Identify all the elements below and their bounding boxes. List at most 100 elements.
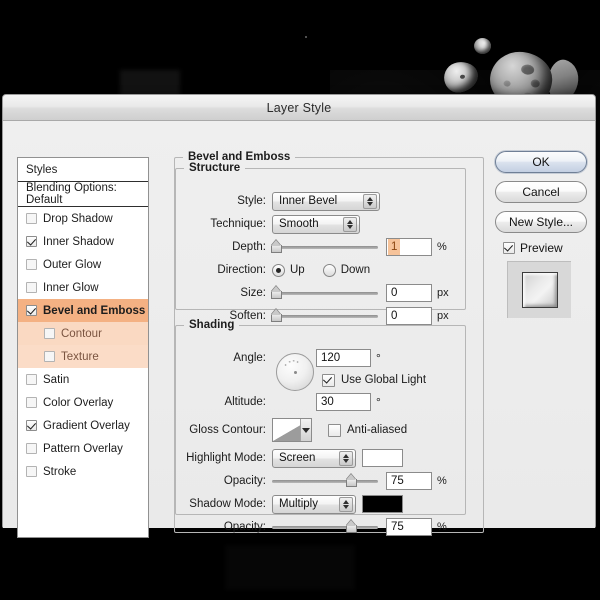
shadow-mode-select[interactable]: Multiply (272, 494, 356, 514)
size-slider-track (272, 292, 378, 295)
dialog-actions: OK Cancel New Style... Preview (495, 151, 587, 318)
sidebar-item-satin[interactable]: Satin (18, 368, 148, 391)
gloss-contour-label: Gloss Contour: (189, 424, 266, 436)
chevron-down-icon[interactable] (300, 419, 311, 441)
checkbox-inner-glow[interactable] (26, 282, 37, 293)
sidebar-item-label: Bevel and Emboss (43, 304, 146, 317)
checkbox-contour[interactable] (44, 328, 55, 339)
size-slider[interactable] (271, 285, 378, 301)
highlight-mode-value: Screen (279, 452, 316, 464)
checkbox-bevel-and-emboss[interactable] (26, 305, 37, 316)
shadow-opacity-thumb[interactable] (346, 521, 357, 533)
checkbox-satin[interactable] (26, 374, 37, 385)
highlight-opacity-label: Opacity: (223, 475, 266, 487)
sidebar-item-bevel-and-emboss[interactable]: Bevel and Emboss (18, 299, 148, 322)
checkbox-outer-glow[interactable] (26, 259, 37, 270)
chevron-updown-icon (339, 496, 353, 512)
sidebar-item-drop-shadow[interactable]: Drop Shadow (18, 207, 148, 230)
direction-label: Direction: (217, 264, 266, 276)
highlight-mode-label: Highlight Mode: (186, 452, 266, 464)
preview-swatch (521, 272, 558, 308)
styles-list-header[interactable]: Styles (18, 158, 148, 182)
sidebar-item-blending-options[interactable]: Blending Options: Default (18, 182, 148, 207)
sidebar-item-color-overlay[interactable]: Color Overlay (18, 391, 148, 414)
highlight-opacity-track (272, 480, 378, 483)
chevron-updown-icon (339, 450, 353, 466)
sidebar-item-label: Pattern Overlay (43, 442, 123, 455)
checkbox-inner-shadow[interactable] (26, 236, 37, 247)
checkbox-gradient-overlay[interactable] (26, 420, 37, 431)
checkbox-stroke[interactable] (26, 466, 37, 477)
style-label: Style: (237, 195, 266, 207)
dialog-titlebar[interactable]: Layer Style (3, 95, 595, 121)
checkbox-drop-shadow[interactable] (26, 213, 37, 224)
angle-dial[interactable] (276, 353, 314, 391)
shadow-opacity-input[interactable]: 75 (386, 518, 432, 536)
style-select[interactable]: Inner Bevel (272, 191, 380, 211)
ok-button[interactable]: OK (495, 151, 587, 173)
depth-input[interactable]: 1 (386, 238, 432, 256)
sidebar-item-label: Stroke (43, 465, 77, 478)
highlight-mode-select[interactable]: Screen (272, 448, 356, 468)
shadow-opacity-value: 75 (391, 521, 404, 533)
size-input[interactable]: 0 (386, 284, 432, 302)
sidebar-item-pattern-overlay[interactable]: Pattern Overlay (18, 437, 148, 460)
depth-slider[interactable] (271, 239, 378, 255)
styles-header-label: Styles (26, 163, 58, 176)
preview-toggle[interactable]: Preview (503, 241, 587, 255)
highlight-opacity-input[interactable]: 75 (386, 472, 432, 490)
technique-select[interactable]: Smooth (272, 214, 360, 234)
style-select-value: Inner Bevel (279, 195, 338, 207)
sidebar-item-contour[interactable]: Contour (18, 322, 148, 345)
shadow-color-swatch[interactable] (362, 495, 403, 513)
cancel-button[interactable]: Cancel (495, 181, 587, 203)
new-style-button[interactable]: New Style... (495, 211, 587, 233)
sidebar-item-gradient-overlay[interactable]: Gradient Overlay (18, 414, 148, 437)
checkbox-anti-aliased[interactable] (328, 423, 341, 437)
size-slider-thumb[interactable] (271, 287, 282, 299)
sidebar-item-inner-shadow[interactable]: Inner Shadow (18, 230, 148, 253)
structure-group: Structure Style: Inner Bevel Technique: … (175, 162, 466, 325)
preview-thumbnail (507, 261, 571, 318)
crater-3 (503, 80, 511, 87)
radio-direction-down[interactable] (322, 263, 336, 277)
moon-small (474, 38, 491, 54)
highlight-opacity-thumb[interactable] (346, 475, 357, 487)
row-technique: Technique: Smooth (176, 214, 461, 234)
dialog-title: Layer Style (266, 100, 332, 115)
depth-slider-thumb[interactable] (271, 241, 282, 253)
direction-down-label: Down (340, 264, 371, 276)
sidebar-item-label: Satin (43, 373, 70, 386)
checkbox-use-global-light[interactable] (322, 373, 335, 387)
sidebar-item-outer-glow[interactable]: Outer Glow (18, 253, 148, 276)
screen: Layer Style Styles Blending Options: Def… (0, 0, 600, 600)
radio-direction-up[interactable] (272, 263, 285, 277)
checkbox-texture[interactable] (44, 351, 55, 362)
depth-input-value: 1 (388, 239, 401, 255)
checkbox-pattern-overlay[interactable] (26, 443, 37, 454)
preview-label: Preview (520, 241, 563, 255)
soften-slider-track (272, 315, 378, 318)
highlight-color-swatch[interactable] (362, 449, 403, 467)
angle-input[interactable]: 120 (316, 349, 371, 367)
cancel-button-label: Cancel (522, 185, 560, 199)
row-highlight-opacity: Opacity: 75 % (176, 472, 461, 490)
shading-group: Shading Angle: 120 ° Use Global Light Al… (175, 319, 466, 536)
gloss-contour-picker[interactable] (272, 418, 312, 442)
sidebar-item-texture[interactable]: Texture (18, 345, 148, 368)
shadow-opacity-label: Opacity: (223, 521, 266, 533)
depth-unit: % (437, 241, 447, 253)
shadow-opacity-slider[interactable] (272, 519, 378, 535)
anti-aliased-label: Anti-aliased (347, 424, 408, 436)
checkbox-preview[interactable] (503, 242, 515, 254)
altitude-input[interactable]: 30 (316, 393, 371, 411)
sidebar-item-stroke[interactable]: Stroke (18, 460, 148, 483)
highlight-opacity-slider[interactable] (272, 473, 378, 489)
checkbox-color-overlay[interactable] (26, 397, 37, 408)
dialog-body: Styles Blending Options: Default Drop Sh… (3, 121, 595, 538)
sidebar-item-inner-glow[interactable]: Inner Glow (18, 276, 148, 299)
settings-area: Bevel and Emboss Structure Style: Inner … (166, 151, 484, 538)
altitude-input-value: 30 (321, 396, 334, 408)
styles-panel: Styles Blending Options: Default Drop Sh… (17, 157, 149, 538)
sidebar-item-label: Drop Shadow (43, 212, 113, 225)
